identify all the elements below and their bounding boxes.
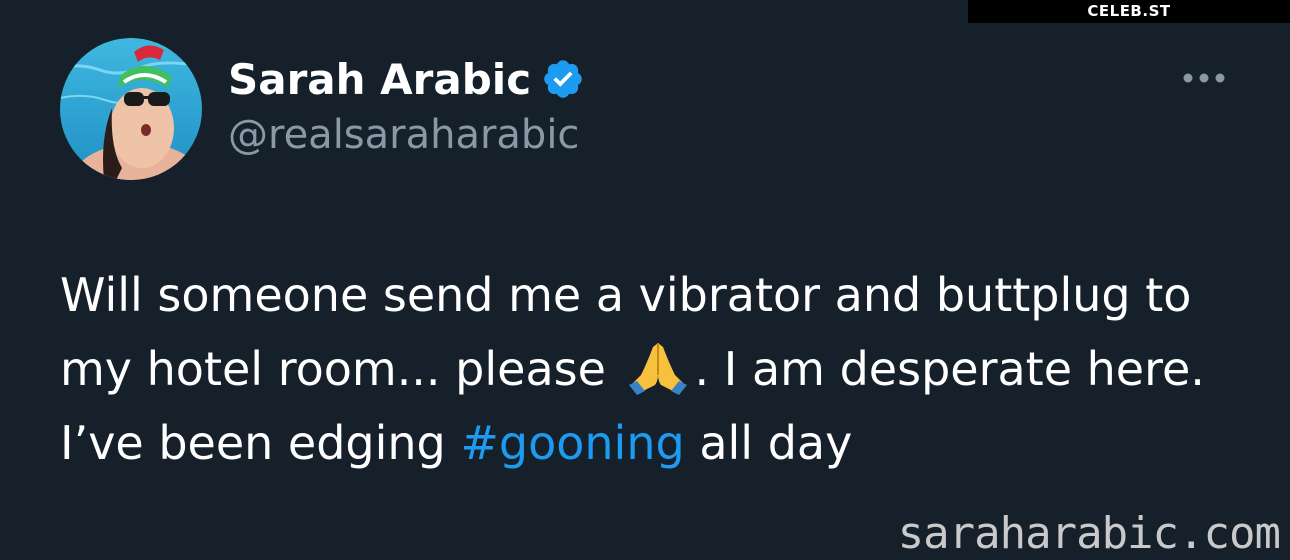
more-dots-icon xyxy=(1182,69,1226,88)
more-options-button[interactable] xyxy=(1176,62,1232,94)
tweet-text-segment: . I am desperate here. xyxy=(694,342,1205,396)
avatar[interactable] xyxy=(60,38,202,180)
bottom-watermark: saraharabic.com xyxy=(897,508,1281,559)
folded-hands-emoji-icon xyxy=(625,335,691,395)
top-watermark: CELEB.ST xyxy=(968,0,1290,23)
tweet-text-segment: my hotel room... please xyxy=(60,342,621,396)
verified-badge-icon[interactable] xyxy=(541,57,585,101)
tweet-text-segment: I’ve been edging xyxy=(60,416,461,470)
tweet-text-line-3: I’ve been edging #gooning all day xyxy=(60,406,1260,480)
tweet-text: Will someone send me a vibrator and butt… xyxy=(60,258,1260,480)
tweet-text-segment: all day xyxy=(684,416,853,470)
user-handle[interactable]: @realsaraharabic xyxy=(228,112,579,158)
tweet-text-line-1: Will someone send me a vibrator and butt… xyxy=(60,268,1192,322)
author-name-row: Sarah Arabic xyxy=(228,52,585,106)
tweet-text-line-2: my hotel room... please . I am desperate… xyxy=(60,332,1260,406)
hashtag-link[interactable]: #gooning xyxy=(460,416,684,470)
display-name[interactable]: Sarah Arabic xyxy=(228,55,531,104)
